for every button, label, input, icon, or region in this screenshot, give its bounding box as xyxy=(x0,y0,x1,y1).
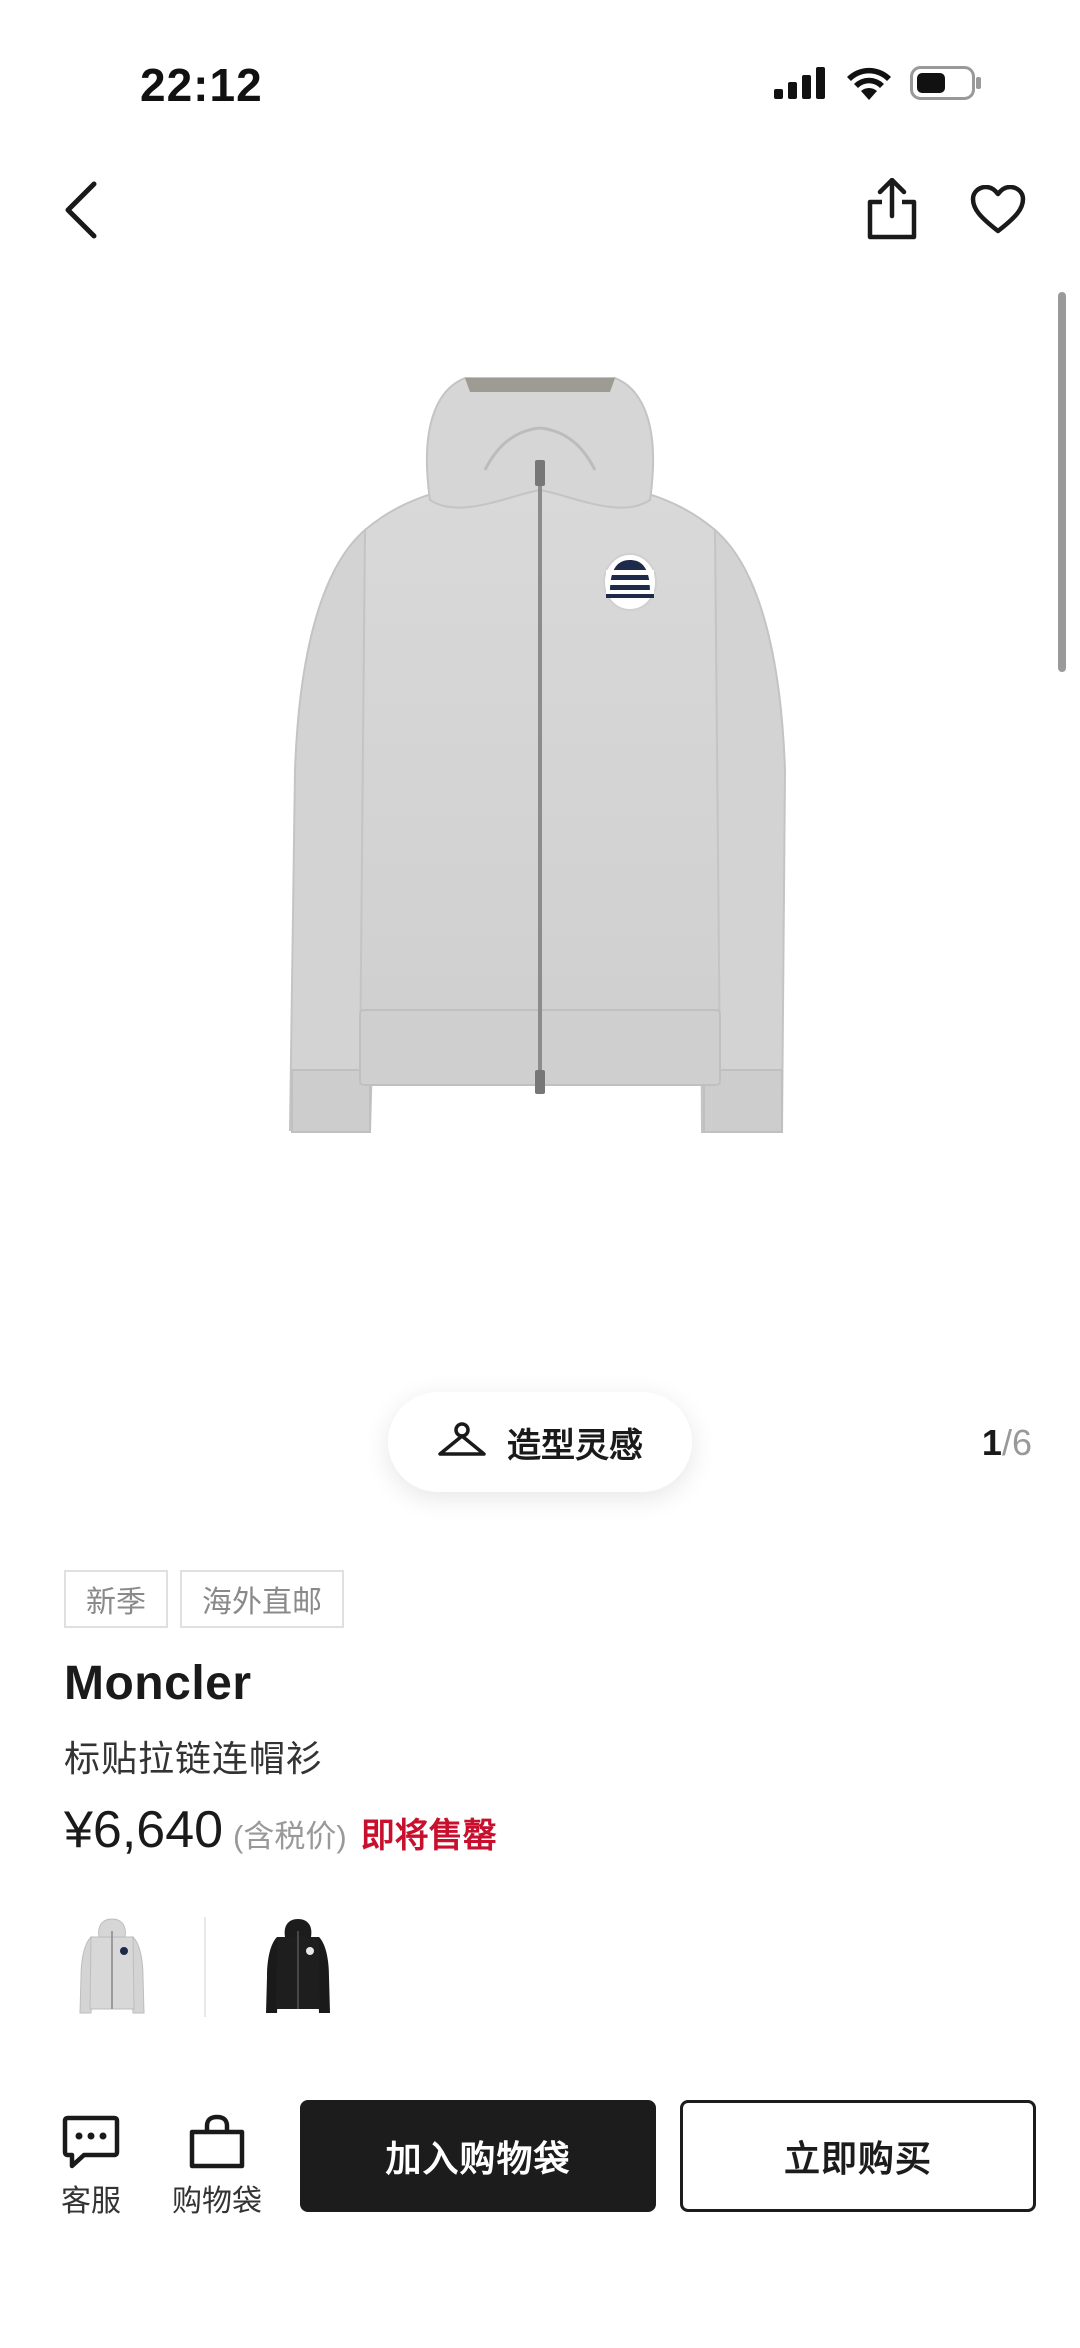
shopping-bag-button[interactable]: 购物袋 xyxy=(172,2114,262,2220)
cellular-signal-icon xyxy=(774,67,825,99)
hanger-icon xyxy=(438,1422,486,1456)
tag-new-season: 新季 xyxy=(64,1570,168,1628)
color-swatches xyxy=(64,1912,346,2022)
add-to-bag-button[interactable]: 加入购物袋 xyxy=(300,2100,656,2212)
stock-status: 即将售罄 xyxy=(360,1817,497,1855)
tag-overseas-direct: 海外直邮 xyxy=(180,1570,344,1628)
price: ¥6,640 xyxy=(64,1801,224,1859)
scroll-indicator xyxy=(1058,292,1066,672)
battery-icon xyxy=(910,66,981,100)
product-name: 标贴拉链连帽衫 xyxy=(64,1738,324,1779)
brand-name[interactable]: Moncler xyxy=(64,1656,252,1711)
heart-icon xyxy=(970,185,1026,234)
share-icon xyxy=(867,178,917,240)
product-tags: 新季 海外直邮 xyxy=(64,1570,344,1628)
grey-hoodie-thumbnail xyxy=(79,1918,145,2014)
back-button[interactable] xyxy=(52,178,112,242)
image-counter-separator: / xyxy=(1001,1422,1012,1463)
customer-service-label: 客服 xyxy=(61,2185,121,2218)
bottom-action-bar: 客服 购物袋 加入购物袋 立即购买 xyxy=(0,2086,1080,2236)
wifi-icon xyxy=(847,67,891,100)
image-counter: 1/6 xyxy=(982,1422,1032,1464)
top-nav xyxy=(0,160,1080,260)
swatch-grey[interactable] xyxy=(64,1915,160,2019)
swatch-divider xyxy=(204,1917,206,2017)
shopping-bag-label: 购物袋 xyxy=(172,2185,262,2218)
chat-icon xyxy=(62,2115,120,2169)
favorite-button[interactable] xyxy=(968,182,1028,238)
image-counter-total: 6 xyxy=(1011,1422,1032,1463)
swatch-black[interactable] xyxy=(250,1915,346,2019)
product-image[interactable] xyxy=(270,370,810,1170)
shopping-bag-icon xyxy=(189,2114,245,2169)
share-button[interactable] xyxy=(862,174,922,244)
black-hoodie-thumbnail xyxy=(266,1919,330,2013)
tax-note: (含税价) xyxy=(233,1819,347,1854)
customer-service-button[interactable]: 客服 xyxy=(46,2114,136,2220)
back-arrow-icon xyxy=(65,181,97,239)
status-bar: 22:12 xyxy=(0,0,1080,150)
status-icons xyxy=(774,66,982,100)
image-counter-current: 1 xyxy=(981,1422,1002,1463)
styling-inspiration-button[interactable]: 造型灵感 xyxy=(388,1392,692,1492)
price-row: ¥6,640 (含税价) 即将售罄 xyxy=(64,1800,497,1860)
buy-now-button[interactable]: 立即购买 xyxy=(680,2100,1036,2212)
grey-hoodie-image xyxy=(288,377,787,1134)
styling-label: 造型灵感 xyxy=(507,1426,643,1465)
brand-patch xyxy=(603,553,657,611)
status-time: 22:12 xyxy=(140,59,263,111)
